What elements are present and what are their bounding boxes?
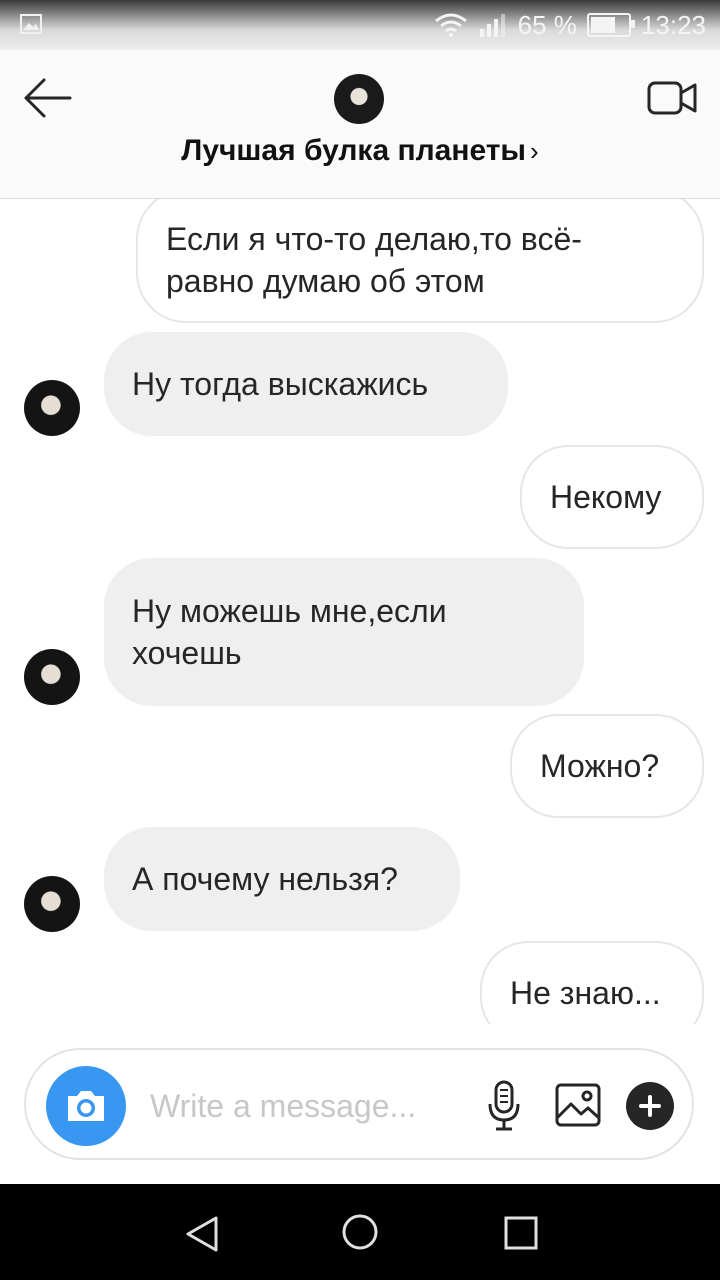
nav-back-icon[interactable]: [182, 1214, 222, 1254]
battery-percent: 65 %: [517, 9, 577, 40]
contact-avatar[interactable]: [334, 74, 384, 124]
microphone-icon[interactable]: [486, 1080, 522, 1132]
camera-icon: [68, 1091, 104, 1121]
nav-recents-icon[interactable]: [502, 1214, 540, 1252]
image-notification-icon: [20, 14, 42, 34]
message-bubble-outgoing[interactable]: Можно?: [510, 714, 704, 818]
video-camera-icon[interactable]: [646, 78, 698, 118]
plus-icon: [639, 1095, 661, 1117]
sender-avatar[interactable]: [24, 876, 80, 932]
arrow-left-icon[interactable]: [22, 76, 74, 120]
camera-button[interactable]: [46, 1066, 126, 1146]
chat-header: Лучшая булка планеты ›: [0, 50, 720, 199]
message-bubble-outgoing[interactable]: Некому: [520, 445, 704, 549]
chat-title-text: Лучшая булка планеты: [181, 134, 527, 167]
message-thread[interactable]: Если я что-то делаю,то всё- равно думаю …: [0, 199, 720, 1024]
message-text: Не знаю...: [510, 975, 661, 1011]
sender-avatar[interactable]: [24, 380, 80, 436]
add-button[interactable]: [626, 1082, 674, 1130]
message-bubble-outgoing[interactable]: Если я что-то делаю,то всё- равно думаю …: [136, 199, 704, 323]
message-text: Можно?: [540, 748, 660, 784]
chevron-right-icon: ›: [530, 136, 539, 166]
message-bubble-incoming[interactable]: Ну можешь мне,если хочешь: [104, 558, 584, 706]
wifi-icon: [434, 13, 467, 37]
message-composer: [24, 1048, 694, 1160]
status-bar: 65 % 13:23: [0, 0, 720, 50]
message-text: Ну тогда выскажись: [132, 366, 429, 402]
signal-icon: [479, 14, 505, 37]
message-bubble-outgoing[interactable]: Не знаю...: [480, 941, 704, 1024]
message-text: А почему нельзя?: [132, 861, 398, 897]
sender-avatar[interactable]: [24, 649, 80, 705]
image-icon[interactable]: [554, 1082, 602, 1128]
message-text: Ну можешь мне,если хочешь: [132, 593, 447, 671]
message-bubble-incoming[interactable]: Ну тогда выскажись: [104, 332, 508, 436]
clock: 13:23: [640, 9, 706, 40]
message-text: Если я что-то делаю,то всё- равно думаю …: [166, 221, 582, 299]
message-text: Некому: [550, 479, 662, 515]
message-bubble-incoming[interactable]: А почему нельзя?: [104, 827, 460, 931]
system-navigation-bar: [0, 1184, 720, 1280]
battery-icon: [586, 13, 635, 37]
chat-title[interactable]: Лучшая булка планеты ›: [0, 134, 720, 168]
message-input[interactable]: [148, 1080, 472, 1132]
nav-home-icon[interactable]: [340, 1212, 380, 1252]
